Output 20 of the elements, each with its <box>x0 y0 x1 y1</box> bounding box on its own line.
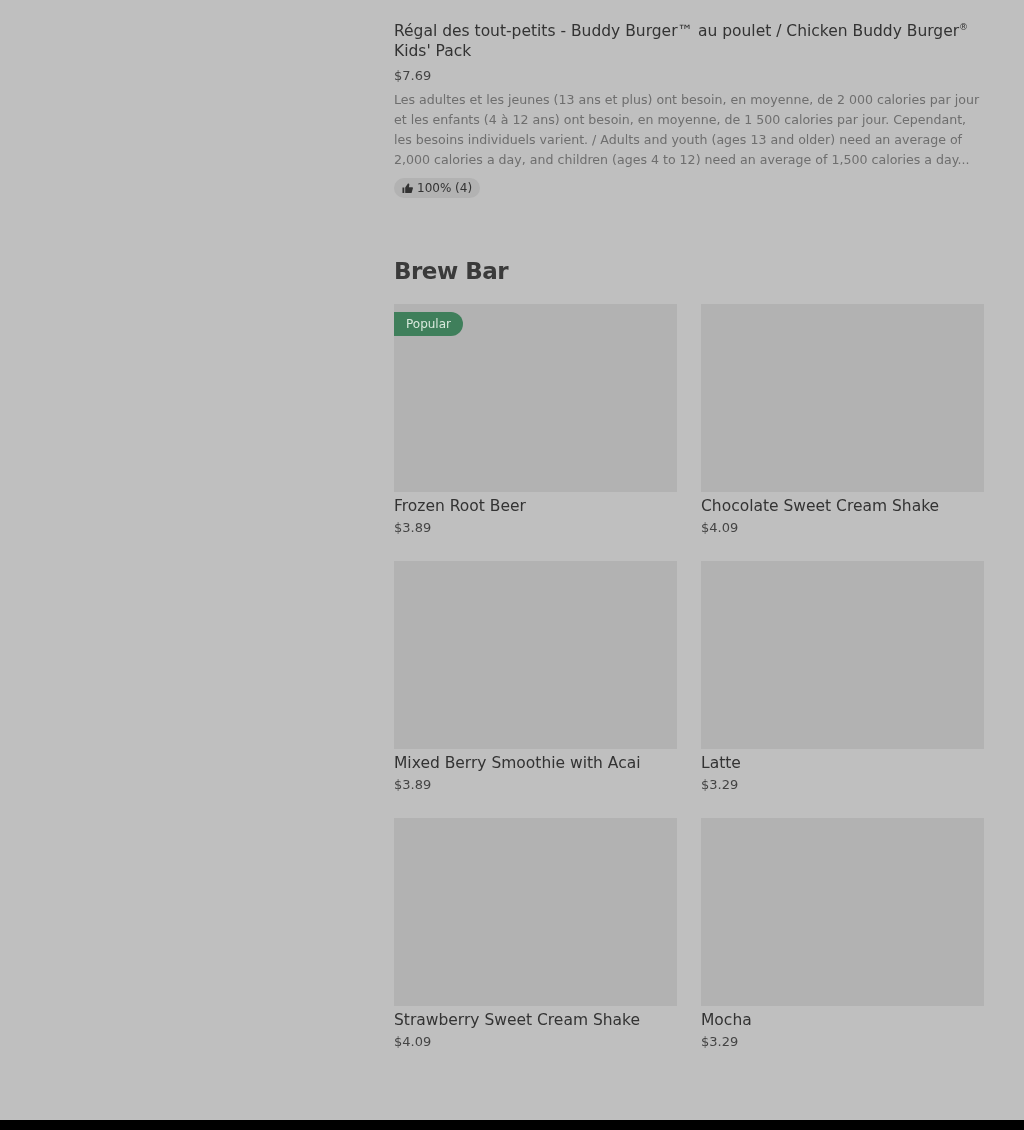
item-price: $3.29 <box>701 776 740 795</box>
item-name[interactable]: Chocolate Sweet Cream Shake <box>701 495 984 518</box>
item-price: $3.89 <box>394 776 433 795</box>
item-description: Les adultes et les jeunes (13 ans et plus) ont besoin, en moyenne, de 2 000 calories par jour et les enfants (4 à 12 ans) ont besoin, en moyenne, de 1 500 calories par jour. Cependant, les besoins individuels varient. / Adults and youth (ages 13 and older) need an average of 2,000 calories a day, and children (ages 4 to 12) need an average of 1,500 calories a day... <box>394 91 981 170</box>
item-name[interactable]: Frozen Root Beer <box>394 495 677 518</box>
item-price: $3.29 <box>701 1033 740 1052</box>
image-placeholder[interactable]: Popular <box>394 304 677 493</box>
section-heading: Brew Bar <box>394 257 510 287</box>
item-price: $7.69 <box>394 67 433 86</box>
item-name[interactable]: Mocha <box>701 1009 984 1032</box>
popular-badge: Popular <box>394 312 463 337</box>
item-title[interactable]: Régal des tout-petits - Buddy Burger™ au poulet / Chicken Buddy Burger$^{®}$ Kids' Pack <box>394 17 979 62</box>
thumbs-up-icon <box>402 182 413 194</box>
item-price: $4.09 <box>701 519 740 538</box>
rating-text: 100% (4) <box>417 181 473 196</box>
item-name[interactable]: Strawberry Sweet Cream Shake <box>394 1009 677 1032</box>
item-price: $3.89 <box>394 519 433 538</box>
item-price: $4.09 <box>394 1033 433 1052</box>
item-name[interactable]: Latte <box>701 752 984 775</box>
item-name[interactable]: Mixed Berry Smoothie with Acai <box>394 752 677 775</box>
